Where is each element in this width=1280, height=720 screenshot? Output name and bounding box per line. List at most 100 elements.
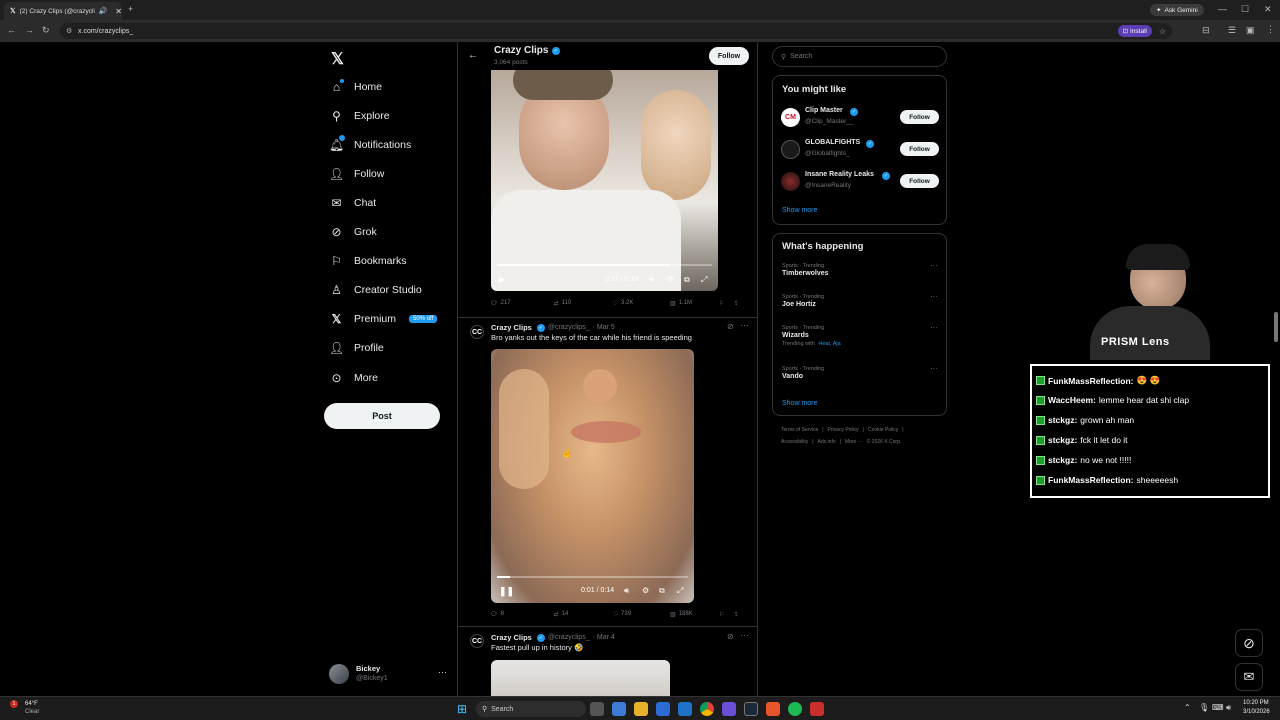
share-icon[interactable]: ⇪ <box>734 611 739 618</box>
header-follow-button[interactable]: Follow <box>709 47 749 65</box>
store-icon[interactable] <box>656 702 670 716</box>
task-view-icon[interactable] <box>590 702 604 716</box>
messages-floating-button[interactable]: ✉ <box>1235 663 1263 691</box>
grok-floating-button[interactable]: ⊘ <box>1235 629 1263 657</box>
repost-icon[interactable]: ⇄ <box>554 611 559 618</box>
video-player-2[interactable]: ❚❚ 0:01 / 0:14 🔊︎ ⚙ ⧉ ⤢ <box>491 349 694 603</box>
footer-link[interactable]: Accessibility <box>781 439 808 445</box>
show-more-link[interactable]: Show more <box>782 207 817 214</box>
app-icon[interactable] <box>810 702 824 716</box>
account-switcher[interactable]: Bickey @Bickey1 ··· <box>329 662 449 688</box>
post-3-media[interactable] <box>491 660 670 696</box>
back-icon[interactable]: ← <box>7 26 16 35</box>
fullscreen-icon[interactable]: ⤢ <box>701 275 707 285</box>
nav-notifications[interactable]: 🔔︎ Notifications <box>329 135 411 153</box>
post-2-more-icon[interactable]: ··· <box>740 320 749 330</box>
reply-icon[interactable]: 💬︎ <box>490 300 498 307</box>
follow-button[interactable]: Follow <box>900 142 939 156</box>
nav-premium[interactable]: 𝕏 Premium 50% off <box>330 311 438 327</box>
nav-follow[interactable]: 👤︎ Follow <box>329 166 384 182</box>
mail-app-icon[interactable] <box>678 702 692 716</box>
clock-date[interactable]: 3/10/2026 <box>1243 709 1270 715</box>
footer-link[interactable]: More ··· <box>845 439 863 445</box>
post-3-handle[interactable]: @crazyclips_ <box>548 634 590 641</box>
bookmark-post-icon[interactable]: ⚐ <box>719 611 734 618</box>
browser-tab[interactable]: 𝕏 (2) Crazy Clips (@crazyclip 🔊 ✕ <box>4 2 122 20</box>
nav-grok[interactable]: ⊘ Grok <box>330 224 376 240</box>
nav-explore[interactable]: ⚲ Explore <box>330 108 390 124</box>
nav-bookmarks[interactable]: ⚐ Bookmarks <box>330 253 406 269</box>
address-bar[interactable]: ⚙ x.com/crazyclips_ ⊡ Install ☆ <box>60 23 1172 39</box>
pip-icon[interactable]: ⧉ <box>659 586 665 596</box>
views-icon[interactable]: ▥ <box>670 300 676 307</box>
nav-home[interactable]: ⌂ Home <box>330 79 382 95</box>
pause-icon[interactable]: ❚❚ <box>499 586 514 597</box>
settings-icon[interactable]: ⚙ <box>642 586 649 595</box>
post-3-date[interactable]: · Mar 4 <box>593 634 615 641</box>
steam-icon[interactable] <box>744 702 758 716</box>
trend-more-icon[interactable]: ··· <box>930 292 938 301</box>
spotify-icon[interactable] <box>788 702 802 716</box>
more-dots-icon[interactable]: ··· <box>438 667 447 677</box>
footer-link[interactable]: Cookie Policy <box>868 427 898 433</box>
trend-item[interactable]: Sports · Trending Joe Hortiz <box>782 294 942 308</box>
nav-chat[interactable]: ✉ Chat <box>330 195 376 211</box>
reply-icon[interactable]: 💬︎ <box>490 611 498 618</box>
volume-icon[interactable]: 🔊︎ <box>624 586 629 596</box>
taskbar-search[interactable]: ⚲ Search <box>476 701 586 717</box>
back-arrow-icon[interactable]: ← <box>468 50 478 61</box>
repost-icon[interactable]: ⇄ <box>554 300 559 307</box>
network-icon[interactable]: ⌨ <box>1212 703 1224 712</box>
post-3-name[interactable]: Crazy Clips <box>491 633 532 642</box>
footer-link[interactable]: Terms of Service <box>781 427 818 433</box>
chrome-icon[interactable] <box>700 702 714 716</box>
widgets-icon[interactable] <box>612 702 626 716</box>
share-icon[interactable]: ⇪ <box>734 300 739 307</box>
start-icon[interactable]: ⊞ <box>457 702 467 716</box>
trend-item[interactable]: Sports · Trending Wizards Trending with … <box>782 325 942 347</box>
video-player-1[interactable]: ▶ 0:12 / 0:15 🔊︎ ⚙ ⧉ ⤢ <box>491 70 718 291</box>
volume-icon[interactable]: 🔊︎ <box>649 275 654 285</box>
post-2-date[interactable]: · Mar 5 <box>593 324 615 331</box>
post-button[interactable]: Post <box>324 403 440 429</box>
nav-creator-studio[interactable]: ♙ Creator Studio <box>330 282 422 298</box>
footer-link[interactable]: Privacy Policy <box>828 427 859 433</box>
nav-more[interactable]: ⊙ More <box>330 370 377 386</box>
trend-item[interactable]: Sports · Trending Vando <box>782 366 942 380</box>
reload-icon[interactable]: ↻ <box>42 26 50 35</box>
file-explorer-icon[interactable] <box>634 702 648 716</box>
close-window-icon[interactable]: ✕ <box>1264 5 1272 14</box>
video-progress-track[interactable] <box>497 264 712 266</box>
views-icon[interactable]: ▥ <box>670 611 676 618</box>
post-3-avatar[interactable]: CC <box>470 634 484 648</box>
follow-button[interactable]: Follow <box>900 110 939 124</box>
close-tab-icon[interactable]: ✕ <box>115 7 122 16</box>
trending-with-links[interactable]: Heat, Aja <box>818 341 840 347</box>
minimize-icon[interactable]: — <box>1218 5 1227 14</box>
show-more-link[interactable]: Show more <box>782 400 817 407</box>
pip-icon[interactable]: ⧉ <box>684 275 690 285</box>
settings-icon[interactable]: ⚙ <box>667 275 674 284</box>
mic-icon[interactable]: 🎙︎ <box>1199 703 1209 712</box>
trend-more-icon[interactable]: ··· <box>930 261 938 270</box>
volume-tray-icon[interactable]: 🔊︎ <box>1226 703 1231 713</box>
menu-icon[interactable]: ⋮ <box>1266 25 1275 34</box>
trend-more-icon[interactable]: ··· <box>930 364 938 373</box>
trend-item[interactable]: Sports · Trending Timberwolves <box>782 263 942 277</box>
tray-chevron-icon[interactable]: ⌃ <box>1184 703 1191 712</box>
post-3-more-icon[interactable]: ··· <box>740 630 749 640</box>
like-icon[interactable]: ♡ <box>613 300 618 307</box>
brave-icon[interactable] <box>766 702 780 716</box>
footer-link[interactable]: Ads info <box>818 439 836 445</box>
search-box[interactable]: ⚲ Search <box>772 46 947 67</box>
page-scrollbar[interactable] <box>1274 312 1278 342</box>
speaker-icon[interactable]: 🔊 <box>99 7 108 15</box>
play-icon[interactable]: ▶ <box>499 275 505 284</box>
browser-active-icon[interactable] <box>722 702 736 716</box>
clock-time[interactable]: 10:20 PM <box>1243 700 1269 706</box>
follow-button[interactable]: Follow <box>900 174 939 188</box>
maximize-icon[interactable]: ☐ <box>1241 5 1249 14</box>
grok-post-icon[interactable]: ⊘ <box>727 632 734 641</box>
new-tab-icon[interactable]: + <box>128 5 133 14</box>
post-2-handle[interactable]: @crazyclips_ <box>548 324 590 331</box>
